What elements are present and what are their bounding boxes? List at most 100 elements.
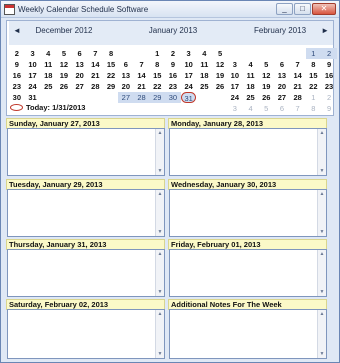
calendar-day-cell[interactable]: 12 bbox=[258, 70, 274, 81]
notes-textarea[interactable]: ▲ ▼ bbox=[169, 249, 327, 297]
vertical-scrollbar[interactable]: ▲ ▼ bbox=[317, 129, 326, 175]
prev-month-arrow-icon[interactable]: ◄ bbox=[13, 21, 21, 41]
calendar-day-cell[interactable]: 17 bbox=[227, 81, 243, 92]
calendar-day-cell[interactable]: 25 bbox=[40, 81, 56, 92]
calendar-day-cell[interactable]: 3 bbox=[227, 59, 243, 70]
calendar-day-cell[interactable]: 6 bbox=[274, 59, 290, 70]
calendar-day-cell[interactable]: 5 bbox=[258, 103, 274, 114]
notes-textarea[interactable]: ▲ ▼ bbox=[169, 189, 327, 237]
next-month-arrow-icon[interactable]: ► bbox=[321, 21, 329, 41]
calendar-day-cell[interactable]: 20 bbox=[72, 70, 88, 81]
calendar-day-cell[interactable]: 5 bbox=[258, 59, 274, 70]
calendar-day-cell[interactable]: 2 bbox=[321, 92, 337, 103]
vertical-scrollbar[interactable]: ▲ ▼ bbox=[317, 310, 326, 358]
calendar-day-cell[interactable]: 10 bbox=[227, 70, 243, 81]
close-button[interactable]: ✕ bbox=[312, 3, 336, 15]
calendar-day-cell[interactable]: 15 bbox=[306, 70, 322, 81]
scroll-down-icon[interactable]: ▼ bbox=[318, 350, 326, 358]
calendar-day-cell[interactable]: 24 bbox=[25, 81, 41, 92]
scroll-up-icon[interactable]: ▲ bbox=[318, 250, 326, 258]
calendar-day-cell[interactable]: 1 bbox=[306, 92, 322, 103]
calendar-day-cell[interactable]: 21 bbox=[134, 81, 150, 92]
calendar-day-cell[interactable]: 26 bbox=[56, 81, 72, 92]
calendar-day-cell[interactable]: 24 bbox=[181, 81, 197, 92]
notes-textarea[interactable]: ▲ ▼ bbox=[7, 128, 165, 176]
calendar-day-cell[interactable]: 3 bbox=[25, 48, 41, 59]
calendar-day-cell[interactable]: 21 bbox=[290, 81, 306, 92]
calendar-day-cell[interactable]: 26 bbox=[212, 81, 228, 92]
calendar-day-cell[interactable]: 20 bbox=[118, 81, 134, 92]
calendar-day-cell[interactable]: 8 bbox=[306, 103, 322, 114]
calendar-day-cell[interactable]: 14 bbox=[290, 70, 306, 81]
calendar-day-cell[interactable]: 4 bbox=[197, 48, 213, 59]
calendar-day-cell[interactable]: 6 bbox=[72, 48, 88, 59]
calendar-day-cell[interactable]: 4 bbox=[40, 48, 56, 59]
calendar-day-cell[interactable]: 30 bbox=[9, 92, 25, 103]
calendar-day-cell[interactable]: 1 bbox=[149, 48, 165, 59]
scroll-up-icon[interactable]: ▲ bbox=[156, 310, 164, 318]
scroll-down-icon[interactable]: ▼ bbox=[318, 167, 326, 175]
calendar-day-cell[interactable]: 20 bbox=[274, 81, 290, 92]
scroll-down-icon[interactable]: ▼ bbox=[156, 350, 164, 358]
calendar-day-cell[interactable]: 6 bbox=[274, 103, 290, 114]
notes-textarea[interactable]: ▲ ▼ bbox=[169, 128, 327, 176]
calendar-day-cell[interactable]: 7 bbox=[88, 48, 104, 59]
calendar-day-cell[interactable]: 3 bbox=[227, 103, 243, 114]
calendar-day-cell[interactable]: 16 bbox=[9, 70, 25, 81]
calendar-day-cell[interactable]: 11 bbox=[40, 59, 56, 70]
calendar-day-cell[interactable]: 27 bbox=[274, 92, 290, 103]
calendar-day-cell[interactable]: 22 bbox=[306, 81, 322, 92]
calendar-day-cell[interactable]: 8 bbox=[103, 48, 119, 59]
calendar-day-cell[interactable]: 13 bbox=[118, 70, 134, 81]
calendar-day-cell[interactable]: 2 bbox=[165, 48, 181, 59]
vertical-scrollbar[interactable]: ▲ ▼ bbox=[155, 129, 164, 175]
title-bar[interactable]: Weekly Calendar Schedule Software _ □ ✕ bbox=[1, 1, 339, 18]
scroll-up-icon[interactable]: ▲ bbox=[156, 250, 164, 258]
calendar-day-cell[interactable]: 12 bbox=[56, 59, 72, 70]
today-link[interactable]: Today: 1/31/2013 bbox=[10, 103, 85, 112]
vertical-scrollbar[interactable]: ▲ ▼ bbox=[155, 190, 164, 236]
calendar-day-cell[interactable]: 11 bbox=[243, 70, 259, 81]
calendar-day-cell[interactable]: 14 bbox=[88, 59, 104, 70]
calendar-day-cell[interactable]: 29 bbox=[149, 92, 166, 103]
notes-textarea[interactable]: ▲ ▼ bbox=[169, 309, 327, 359]
maximize-button[interactable]: □ bbox=[294, 3, 311, 15]
scroll-up-icon[interactable]: ▲ bbox=[318, 310, 326, 318]
calendar-day-cell[interactable]: 11 bbox=[197, 59, 213, 70]
calendar-day-cell[interactable]: 26 bbox=[258, 92, 274, 103]
calendar-day-cell[interactable]: 9 bbox=[321, 103, 337, 114]
calendar-day-cell[interactable]: 9 bbox=[165, 59, 181, 70]
calendar-day-cell[interactable]: 12 bbox=[212, 59, 228, 70]
notes-textarea[interactable]: ▲ ▼ bbox=[7, 309, 165, 359]
calendar-day-cell[interactable]: 9 bbox=[9, 59, 25, 70]
calendar-day-cell[interactable]: 28 bbox=[290, 92, 306, 103]
calendar-day-cell[interactable]: 15 bbox=[149, 70, 165, 81]
calendar-day-cell[interactable]: 1 bbox=[305, 48, 322, 59]
notes-textarea[interactable]: ▲ ▼ bbox=[7, 189, 165, 237]
scroll-up-icon[interactable]: ▲ bbox=[318, 190, 326, 198]
calendar-day-cell[interactable]: 2 bbox=[9, 48, 25, 59]
calendar-day-cell[interactable]: 7 bbox=[290, 103, 306, 114]
calendar-day-cell[interactable]: 19 bbox=[56, 70, 72, 81]
calendar-day-cell[interactable]: 25 bbox=[197, 81, 213, 92]
calendar-day-cell[interactable]: 30 bbox=[165, 92, 181, 103]
calendar-day-cell[interactable]: 28 bbox=[133, 92, 150, 103]
calendar-day-cell[interactable]: 14 bbox=[134, 70, 150, 81]
vertical-scrollbar[interactable]: ▲ ▼ bbox=[155, 310, 164, 358]
calendar-day-cell[interactable]: 5 bbox=[212, 48, 228, 59]
calendar-day-cell[interactable]: 8 bbox=[306, 59, 322, 70]
notes-textarea[interactable]: ▲ ▼ bbox=[7, 249, 165, 297]
vertical-scrollbar[interactable]: ▲ ▼ bbox=[317, 250, 326, 296]
calendar-day-cell[interactable]: 24 bbox=[227, 92, 243, 103]
calendar-day-cell[interactable]: 16 bbox=[321, 70, 337, 81]
calendar-day-cell[interactable]: 13 bbox=[72, 59, 88, 70]
calendar-day-cell[interactable]: 7 bbox=[134, 59, 150, 70]
calendar-day-cell[interactable]: 17 bbox=[181, 70, 197, 81]
calendar-day-cell[interactable]: 28 bbox=[88, 81, 104, 92]
scroll-down-icon[interactable]: ▼ bbox=[156, 228, 164, 236]
calendar-day-cell[interactable]: 22 bbox=[149, 81, 165, 92]
calendar-day-cell[interactable]: 23 bbox=[321, 81, 337, 92]
calendar-day-cell[interactable]: 9 bbox=[321, 59, 337, 70]
calendar-day-cell[interactable]: 22 bbox=[103, 70, 119, 81]
calendar-day-cell[interactable]: 10 bbox=[25, 59, 41, 70]
